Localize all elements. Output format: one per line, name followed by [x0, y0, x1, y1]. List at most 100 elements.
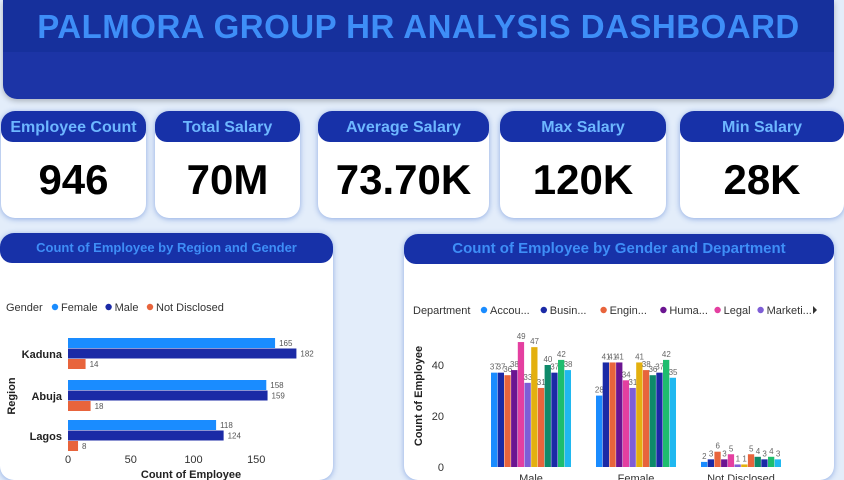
kpi-value: 73.70K — [335, 156, 472, 203]
bar — [524, 382, 531, 467]
kpi-value: 70M — [186, 156, 269, 203]
legend-marker — [51, 303, 59, 311]
legend-marker — [600, 306, 607, 314]
x-tick-label: Female — [618, 473, 655, 480]
data-label: 6 — [716, 442, 721, 451]
data-label: 1 — [742, 454, 747, 463]
bar — [68, 430, 224, 441]
bar — [656, 372, 663, 467]
kpi-value: 946 — [38, 156, 109, 203]
legend-marker — [540, 306, 547, 314]
data-label: 49 — [517, 332, 526, 341]
title-banner: PALMORA GROUP HR ANALYSIS DASHBOARD — [3, 0, 834, 99]
bar — [564, 370, 571, 467]
bar — [596, 395, 603, 467]
data-label: 42 — [557, 350, 566, 359]
legend-marker — [660, 306, 667, 314]
kpi-label: Max Salary — [500, 111, 666, 142]
bar — [649, 375, 656, 467]
legend-marker — [105, 303, 112, 311]
kpi-min-salary[interactable]: Min Salary 28K — [680, 111, 844, 218]
bar — [68, 338, 276, 348]
data-label: 158 — [270, 381, 284, 390]
data-label: 14 — [90, 360, 99, 369]
kpi-label: Average Salary — [318, 111, 489, 142]
bar — [609, 362, 616, 467]
bar — [531, 347, 538, 467]
region-gender-chart: Gender Female Male Not Disclosed Kaduna 165 18… — [6, 302, 314, 480]
data-label: 4 — [756, 447, 761, 456]
data-label: 118 — [220, 421, 233, 430]
bar — [629, 387, 636, 467]
legend-item: Accou... — [490, 305, 530, 317]
legend-marker — [757, 306, 764, 314]
legend-marker — [480, 306, 488, 314]
bar — [537, 387, 545, 467]
data-label: 2 — [702, 452, 707, 461]
legend-item: Engin... — [610, 305, 647, 317]
bar — [774, 459, 781, 467]
department-gender-chart: Department Accou... Busin... Engin... Huma..… — [413, 305, 817, 480]
legend-item: Busin... — [550, 305, 587, 317]
bar — [558, 359, 565, 467]
bar — [68, 359, 86, 369]
data-label: 38 — [564, 360, 573, 369]
bar — [761, 459, 768, 467]
bar — [622, 380, 630, 467]
kpi-total-salary[interactable]: Total Salary 70M — [155, 111, 300, 218]
bar — [754, 456, 761, 467]
kpi-label: Min Salary — [680, 111, 844, 142]
bar — [707, 459, 714, 467]
data-label: 41 — [615, 352, 624, 361]
department-chart-title: Count of Employee by Gender and Departme… — [404, 234, 834, 264]
y-tick-label: Abuja — [31, 391, 62, 403]
bar — [768, 456, 775, 467]
bar — [497, 372, 504, 467]
bar — [517, 342, 525, 467]
bar — [727, 454, 735, 467]
data-label: 5 — [729, 444, 734, 453]
bar — [747, 454, 755, 467]
kpi-label: Employee Count — [1, 111, 146, 142]
y-tick-label: Kaduna — [22, 349, 63, 361]
bar — [636, 362, 643, 467]
kpi-max-salary[interactable]: Max Salary 120K — [500, 111, 666, 218]
bar — [511, 370, 518, 467]
data-label: 3 — [722, 449, 727, 458]
legend-item: Huma... — [669, 305, 708, 317]
bar — [642, 370, 650, 467]
data-label: 42 — [662, 350, 671, 359]
x-tick-label: 0 — [65, 454, 71, 466]
bar — [721, 459, 728, 467]
legend-item: Legal — [724, 305, 751, 317]
bar — [551, 372, 558, 467]
kpi-average-salary[interactable]: Average Salary 73.70K — [318, 111, 489, 218]
legend-scroll-arrow — [813, 306, 817, 314]
bar — [68, 390, 268, 401]
x-axis-title: Count of Employee — [141, 469, 241, 480]
y-tick-label: Lagos — [30, 431, 62, 443]
legend-marker — [714, 306, 721, 314]
y-axis-title: Region — [6, 377, 18, 415]
data-label: 47 — [530, 337, 539, 346]
department-gender-panel[interactable]: Count of Employee by Gender and Departme… — [404, 234, 834, 480]
y-tick-label: 20 — [432, 411, 444, 423]
data-label: 4 — [769, 447, 774, 456]
legend-marker — [146, 303, 154, 311]
x-tick-label: Male — [519, 473, 543, 480]
data-label: 159 — [272, 392, 286, 401]
data-label: 3 — [776, 449, 781, 458]
bar — [68, 420, 217, 430]
bar — [701, 461, 708, 467]
bar — [669, 377, 676, 467]
bar — [68, 348, 297, 359]
kpi-value: 120K — [532, 156, 634, 203]
data-label: 8 — [82, 442, 87, 451]
kpi-employee-count[interactable]: Employee Count 946 — [1, 111, 146, 218]
data-label: 182 — [300, 350, 314, 359]
legend-item: Male — [115, 302, 139, 314]
bar — [68, 441, 79, 451]
region-gender-panel[interactable]: Count of Employee by Region and Gender G… — [0, 233, 333, 480]
legend-title: Department — [413, 305, 470, 317]
bar — [734, 464, 741, 467]
